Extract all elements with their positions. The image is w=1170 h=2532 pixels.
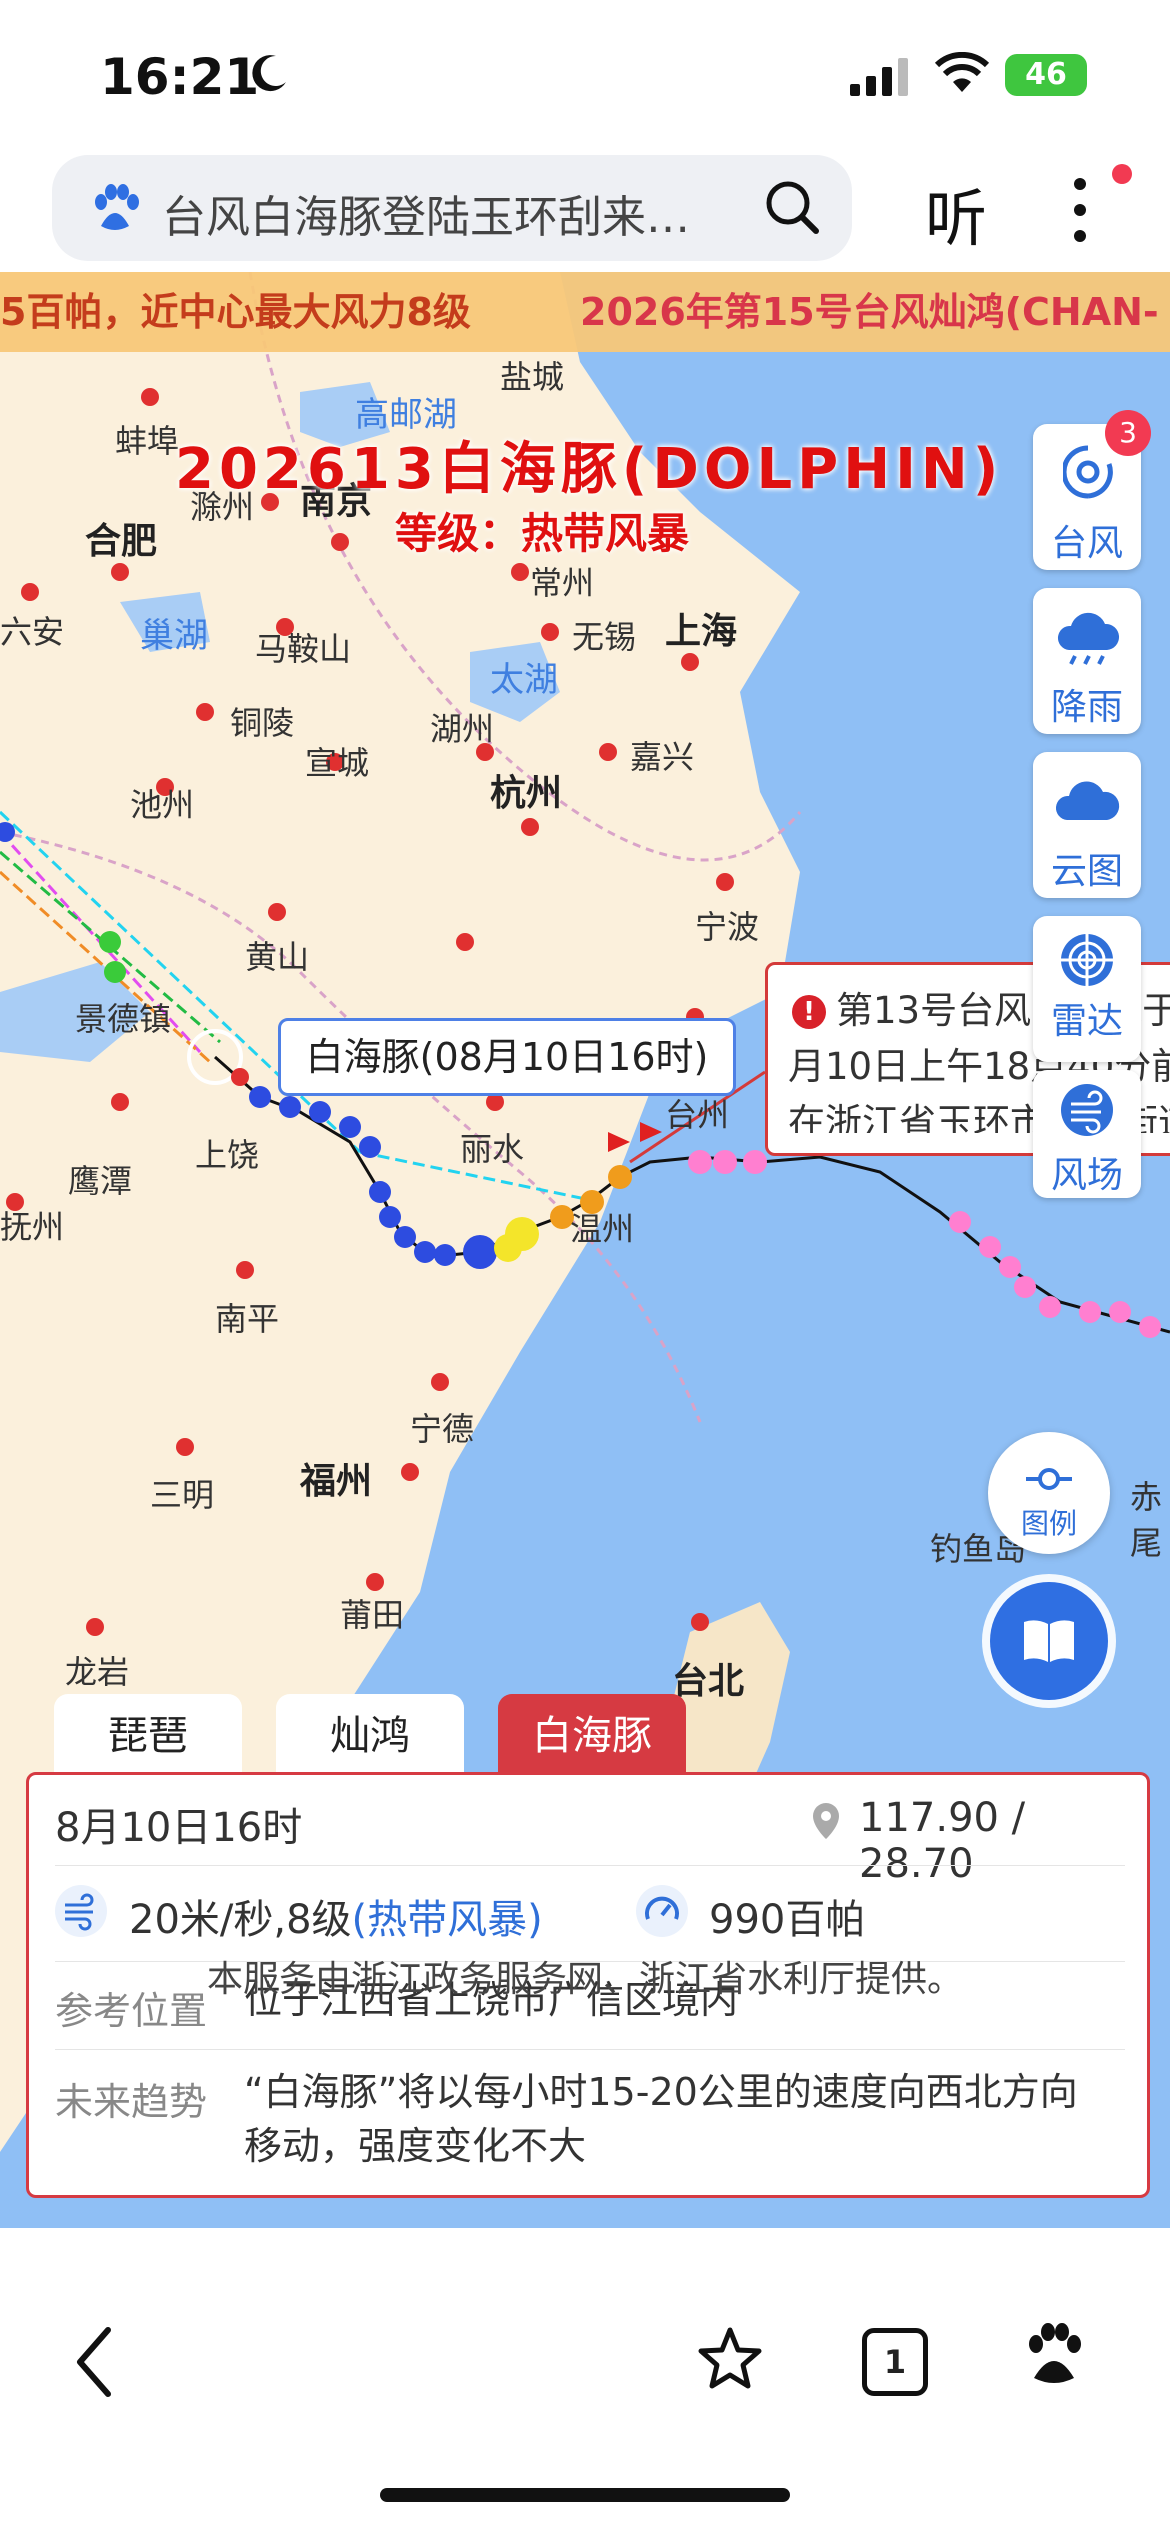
city-label: 宁德 (410, 1410, 475, 1448)
ticker-text-right: 2026年第15号台风灿鸿(CHAN- (580, 290, 1159, 334)
favorite-star-icon[interactable] (695, 2324, 765, 2394)
wifi-icon (935, 52, 989, 92)
lake-label: 巢湖 (140, 616, 208, 656)
cloud-layer-button[interactable]: 云图 (1033, 752, 1141, 898)
city-label: 铜陵 (230, 704, 295, 742)
tab-pipa[interactable]: 琵琶 (54, 1694, 242, 1778)
wind-icon (1061, 1084, 1113, 1136)
info-time: 8月10日16时 (55, 1805, 303, 1851)
service-provider-note: 本服务由浙江政务服务网、浙江省水利厅提供。 (206, 1959, 963, 2000)
tab-canhong[interactable]: 灿鸿 (276, 1694, 464, 1778)
cloud-layer-label: 云图 (1050, 851, 1123, 892)
legend-button[interactable]: 图例 (988, 1432, 1110, 1554)
city-label: 宁波 (695, 908, 760, 946)
cloud-icon (1055, 781, 1120, 820)
city-label: 抚州 (0, 1208, 65, 1246)
legend-icon (1026, 1468, 1072, 1490)
city-label: 三明 (150, 1476, 215, 1514)
notification-dot (1112, 164, 1132, 184)
news-ticker[interactable]: 5百帕，近中心最大风力8级 2026年第15号台风灿鸿(CHAN- (0, 272, 1170, 352)
info-coordinates: 117.90 / 28.70 (859, 1795, 1026, 1887)
rain-layer-label: 降雨 (1050, 687, 1123, 728)
city-label: 赤尾 (1130, 1478, 1163, 1562)
signal-icon (850, 58, 908, 96)
info-grade: (热带风暴) (351, 1897, 543, 1943)
city-label: 景德镇 (75, 1000, 172, 1038)
typhoon-layer-label: 台风 (1050, 523, 1123, 564)
radar-icon (1061, 934, 1113, 986)
trend-key: 未来趋势 (55, 2080, 208, 2124)
tabs-count-button[interactable]: 1 (862, 2328, 928, 2396)
typhoon-map[interactable]: 5百帕，近中心最大风力8级 2026年第15号台风灿鸿(CHAN- 蚌埠 合肥 … (0, 272, 1170, 2228)
more-menu-icon[interactable] (1060, 170, 1100, 250)
city-label: 台州 (665, 1096, 730, 1134)
status-time: 16:21 (100, 48, 260, 106)
back-icon[interactable] (70, 2322, 120, 2402)
city-label: 温州 (570, 1210, 635, 1248)
info-wind-value: 20米/秒,8级 (129, 1897, 352, 1943)
search-query[interactable]: 台风白海豚登陆玉环刮来… (162, 181, 762, 245)
city-label: 杭州 (490, 773, 563, 814)
home-indicator (380, 2488, 790, 2502)
rain-layer-button[interactable]: 降雨 (1033, 588, 1141, 734)
battery-icon: 46 (1005, 54, 1087, 96)
city-label: 池州 (130, 786, 195, 824)
city-label: 上饶 (195, 1136, 260, 1174)
rain-cloud-icon (1057, 612, 1120, 665)
city-label: 上海 (665, 611, 738, 652)
track-point-label[interactable]: 白海豚(08月10日16时) (278, 1018, 736, 1096)
wind-speed-icon (55, 1885, 107, 1937)
guide-book-button[interactable] (990, 1582, 1108, 1700)
lake-label: 太湖 (490, 660, 558, 700)
city-label: 南平 (215, 1300, 280, 1338)
trend-value: “白海豚”将以每小时15-20公里的速度向西北方向移动，强度变化不大 (244, 2070, 1078, 2168)
city-label: 莆田 (340, 1596, 405, 1634)
radar-layer-label: 雷达 (1050, 1001, 1123, 1042)
city-label: 黄山 (245, 938, 310, 976)
location-pin-icon (813, 1803, 839, 1839)
city-label: 六安 (0, 613, 65, 651)
pressure-gauge-icon (636, 1885, 688, 1937)
tab-dolphin[interactable]: 白海豚 (498, 1694, 686, 1778)
info-pressure: 990百帕 (709, 1897, 866, 1943)
wind-layer-label: 风场 (1050, 1155, 1123, 1196)
storm-grade: 等级：热带风暴 (395, 509, 690, 558)
city-label: 龙岩 (65, 1653, 130, 1691)
storm-title: 202613白海豚(DOLPHIN) (175, 437, 1004, 502)
wind-layer-button[interactable]: 风场 (1033, 1070, 1141, 1198)
search-icon[interactable] (762, 177, 822, 237)
info-wind: 20米/秒,8级(热带风暴) (129, 1887, 543, 1945)
city-label: 马鞍山 (255, 630, 352, 668)
city-label: 宣城 (305, 744, 370, 782)
status-bar: 16:21 46 (0, 0, 1170, 150)
moon-icon (252, 55, 286, 92)
legend-label: 图例 (1020, 1507, 1077, 1540)
typhoon-count-badge: 3 (1105, 410, 1151, 456)
city-label: 鹰潭 (68, 1162, 133, 1200)
typhoon-icon (1063, 445, 1113, 499)
divider (55, 1865, 1125, 1866)
city-label: 合肥 (85, 521, 158, 562)
city-label: 蚌埠 (115, 422, 180, 460)
divider (55, 2049, 1125, 2050)
book-icon (1024, 1620, 1074, 1662)
ticker-text-left: 5百帕，近中心最大风力8级 (0, 290, 471, 334)
city-label: 嘉兴 (630, 738, 695, 776)
baidu-paw-icon[interactable] (1022, 2322, 1086, 2392)
city-label: 丽水 (460, 1130, 525, 1168)
city-label: 台北 (672, 1661, 745, 1702)
baidu-paw-icon (95, 184, 139, 230)
search-box[interactable]: 台风白海豚登陆玉环刮来… (52, 155, 852, 261)
city-label: 福州 (300, 1461, 373, 1502)
radar-layer-button[interactable]: 雷达 (1033, 916, 1141, 1062)
city-label: 常州 (530, 564, 595, 602)
listen-button[interactable]: 听 (925, 168, 987, 258)
city-label: 盐城 (500, 358, 565, 396)
city-label: 湖州 (430, 710, 495, 748)
city-label: 无锡 (572, 618, 637, 656)
